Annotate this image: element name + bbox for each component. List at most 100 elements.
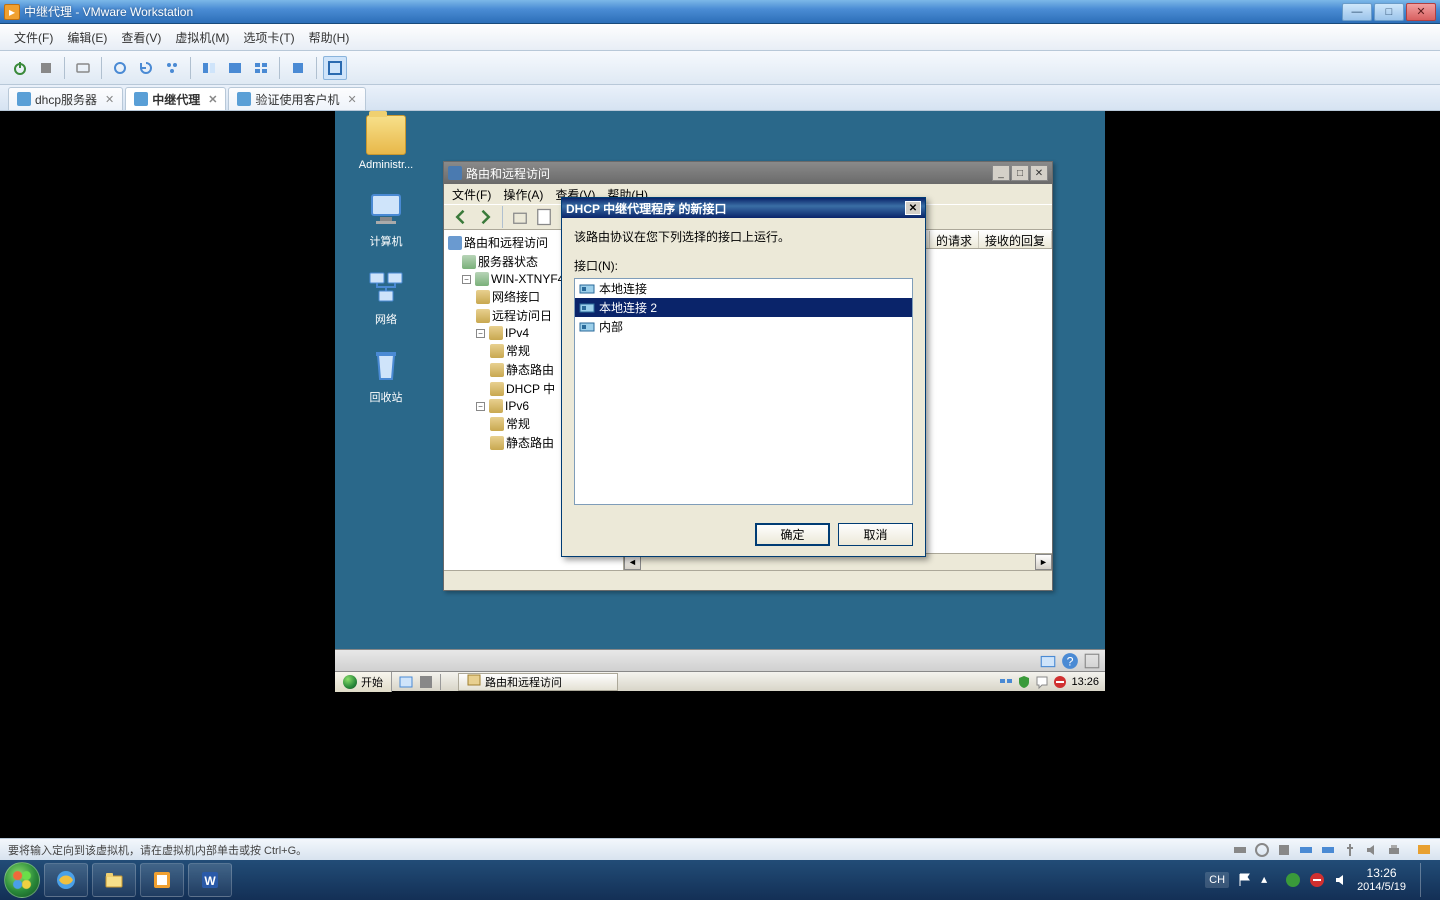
power-on-button[interactable] <box>8 56 32 80</box>
nav-forward-button[interactable] <box>474 206 496 228</box>
taskbar-ie-button[interactable] <box>44 863 88 897</box>
unity-button[interactable] <box>286 56 310 80</box>
nic-icon <box>579 320 595 334</box>
ok-button[interactable]: 确定 <box>755 523 830 546</box>
column-header-requests[interactable]: 的请求 <box>930 231 979 248</box>
tray-security-icon[interactable] <box>1017 675 1031 689</box>
snapshot-take-button[interactable] <box>108 56 132 80</box>
help-icon[interactable]: ? <box>1061 652 1079 670</box>
new-interface-dialog: DHCP 中继代理程序 的新接口 ✕ 该路由协议在您下列选择的接口上运行。 接口… <box>561 197 926 557</box>
ql-show-desktop-icon[interactable] <box>398 674 414 690</box>
cancel-button[interactable]: 取消 <box>838 523 913 546</box>
collapse-icon[interactable]: − <box>462 275 471 284</box>
host-titlebar: ▸ 中继代理 - VMware Workstation — □ ✕ <box>0 0 1440 24</box>
menu-file[interactable]: 文件(F) <box>14 29 53 46</box>
collapse-icon[interactable]: − <box>476 329 485 338</box>
dialog-close-button[interactable]: ✕ <box>905 201 921 215</box>
view-single-button[interactable] <box>197 56 221 80</box>
language-indicator[interactable]: CH <box>1205 872 1229 888</box>
tab-close-icon[interactable]: ✕ <box>348 93 357 106</box>
desktop-icon-label: Administr... <box>346 159 426 171</box>
taskbar-vmware-button[interactable] <box>140 863 184 897</box>
vm-tabs: dhcp服务器 ✕ 中继代理 ✕ 验证使用客户机 ✕ <box>0 85 1440 111</box>
tab-close-icon[interactable]: ✕ <box>105 93 114 106</box>
vmware-device-icons <box>1232 842 1432 858</box>
ql-server-manager-icon[interactable] <box>418 674 434 690</box>
tray-network-icon[interactable] <box>999 675 1013 689</box>
rras-maximize-button[interactable]: □ <box>1011 165 1029 181</box>
menu-vm[interactable]: 虚拟机(M) <box>175 29 229 46</box>
host-close-button[interactable]: ✕ <box>1406 3 1436 21</box>
desktop-peek-icon[interactable] <box>1039 652 1057 670</box>
vm-tab-icon <box>17 92 31 106</box>
tab-close-icon[interactable]: ✕ <box>208 93 217 106</box>
menu-edit[interactable]: 编辑(E) <box>67 29 107 46</box>
menu-help[interactable]: 帮助(H) <box>309 29 350 46</box>
device-nic1-icon[interactable] <box>1298 842 1314 858</box>
interface-item-local-1[interactable]: 本地连接 <box>575 279 912 298</box>
interface-item-internal[interactable]: 内部 <box>575 317 912 336</box>
desktop-icon-administrator[interactable]: Administr... <box>346 115 426 171</box>
collapse-icon[interactable]: − <box>476 402 485 411</box>
dialog-titlebar[interactable]: DHCP 中继代理程序 的新接口 ✕ <box>562 198 925 218</box>
rras-menu-file[interactable]: 文件(F) <box>452 186 491 203</box>
vm-tab-verify-client[interactable]: 验证使用客户机 ✕ <box>228 87 365 110</box>
guest-tray-clock[interactable]: 13:26 <box>1071 676 1099 688</box>
tray-blocked-icon[interactable] <box>1309 872 1325 888</box>
tray-flag-icon[interactable] <box>1237 872 1253 888</box>
host-window: ▸ 中继代理 - VMware Workstation — □ ✕ 文件(F) … <box>0 0 1440 900</box>
device-sound-icon[interactable] <box>1364 842 1380 858</box>
tray-hidden-icons-button[interactable]: ▴ <box>1261 872 1277 888</box>
send-ctrl-alt-del-button[interactable] <box>71 56 95 80</box>
desktop-icon-recycle-bin[interactable]: 回收站 <box>346 345 426 405</box>
vm-tab-dhcp-server[interactable]: dhcp服务器 ✕ <box>8 87 123 110</box>
device-printer-icon[interactable] <box>1386 842 1402 858</box>
rras-minimize-button[interactable]: _ <box>992 165 1010 181</box>
host-tray-clock[interactable]: 13:26 2014/5/19 <box>1357 867 1406 892</box>
device-hdd-icon[interactable] <box>1232 842 1248 858</box>
device-cd-icon[interactable] <box>1254 842 1270 858</box>
tray-volume-icon[interactable] <box>1333 872 1349 888</box>
snapshot-manager-button[interactable] <box>160 56 184 80</box>
view-thumbnail-button[interactable] <box>249 56 273 80</box>
tray-blocked-icon[interactable] <box>1053 675 1067 689</box>
rras-titlebar[interactable]: 路由和远程访问 _ □ ✕ <box>444 162 1052 184</box>
guest-notification-strip: ? <box>335 649 1105 671</box>
guest-start-button[interactable]: 开始 <box>335 672 392 692</box>
interface-item-local-2[interactable]: 本地连接 2 <box>575 298 912 317</box>
vm-viewport[interactable]: Administr... 计算机 网络 回收站 <box>0 111 1440 838</box>
snapshot-revert-button[interactable] <box>134 56 158 80</box>
view-console-button[interactable] <box>223 56 247 80</box>
up-button[interactable] <box>509 206 531 228</box>
properties-button[interactable] <box>533 206 555 228</box>
options-icon[interactable] <box>1083 652 1101 670</box>
interface-listbox[interactable]: 本地连接 本地连接 2 内部 <box>574 278 913 505</box>
host-maximize-button[interactable]: □ <box>1374 3 1404 21</box>
desktop-icon-network[interactable]: 网络 <box>346 267 426 327</box>
device-message-icon[interactable] <box>1416 842 1432 858</box>
guest-taskbar-task-rras[interactable]: 路由和远程访问 <box>458 673 618 691</box>
device-nic2-icon[interactable] <box>1320 842 1336 858</box>
device-usb-icon[interactable] <box>1342 842 1358 858</box>
nav-back-button[interactable] <box>450 206 472 228</box>
rras-close-button[interactable]: ✕ <box>1030 165 1048 181</box>
show-desktop-button[interactable] <box>1420 863 1430 897</box>
guest-desktop[interactable]: Administr... 计算机 网络 回收站 <box>335 111 1105 691</box>
vmware-menubar: 文件(F) 编辑(E) 查看(V) 虚拟机(M) 选项卡(T) 帮助(H) <box>0 24 1440 51</box>
menu-tabs[interactable]: 选项卡(T) <box>243 29 294 46</box>
menu-view[interactable]: 查看(V) <box>121 29 161 46</box>
taskbar-word-button[interactable]: W <box>188 863 232 897</box>
scroll-right-button[interactable]: ► <box>1035 554 1052 570</box>
power-menu-button[interactable] <box>34 56 58 80</box>
desktop-icon-computer[interactable]: 计算机 <box>346 189 426 249</box>
tray-action-center-icon[interactable] <box>1035 675 1049 689</box>
rras-menu-action[interactable]: 操作(A) <box>503 186 543 203</box>
host-minimize-button[interactable]: — <box>1342 3 1372 21</box>
column-header-replies[interactable]: 接收的回复 <box>979 231 1052 248</box>
taskbar-explorer-button[interactable] <box>92 863 136 897</box>
host-start-button[interactable] <box>4 862 40 898</box>
fullscreen-button[interactable] <box>323 56 347 80</box>
device-floppy-icon[interactable] <box>1276 842 1292 858</box>
vm-tab-relay-agent[interactable]: 中继代理 ✕ <box>125 87 226 110</box>
tray-safe360-icon[interactable] <box>1285 872 1301 888</box>
